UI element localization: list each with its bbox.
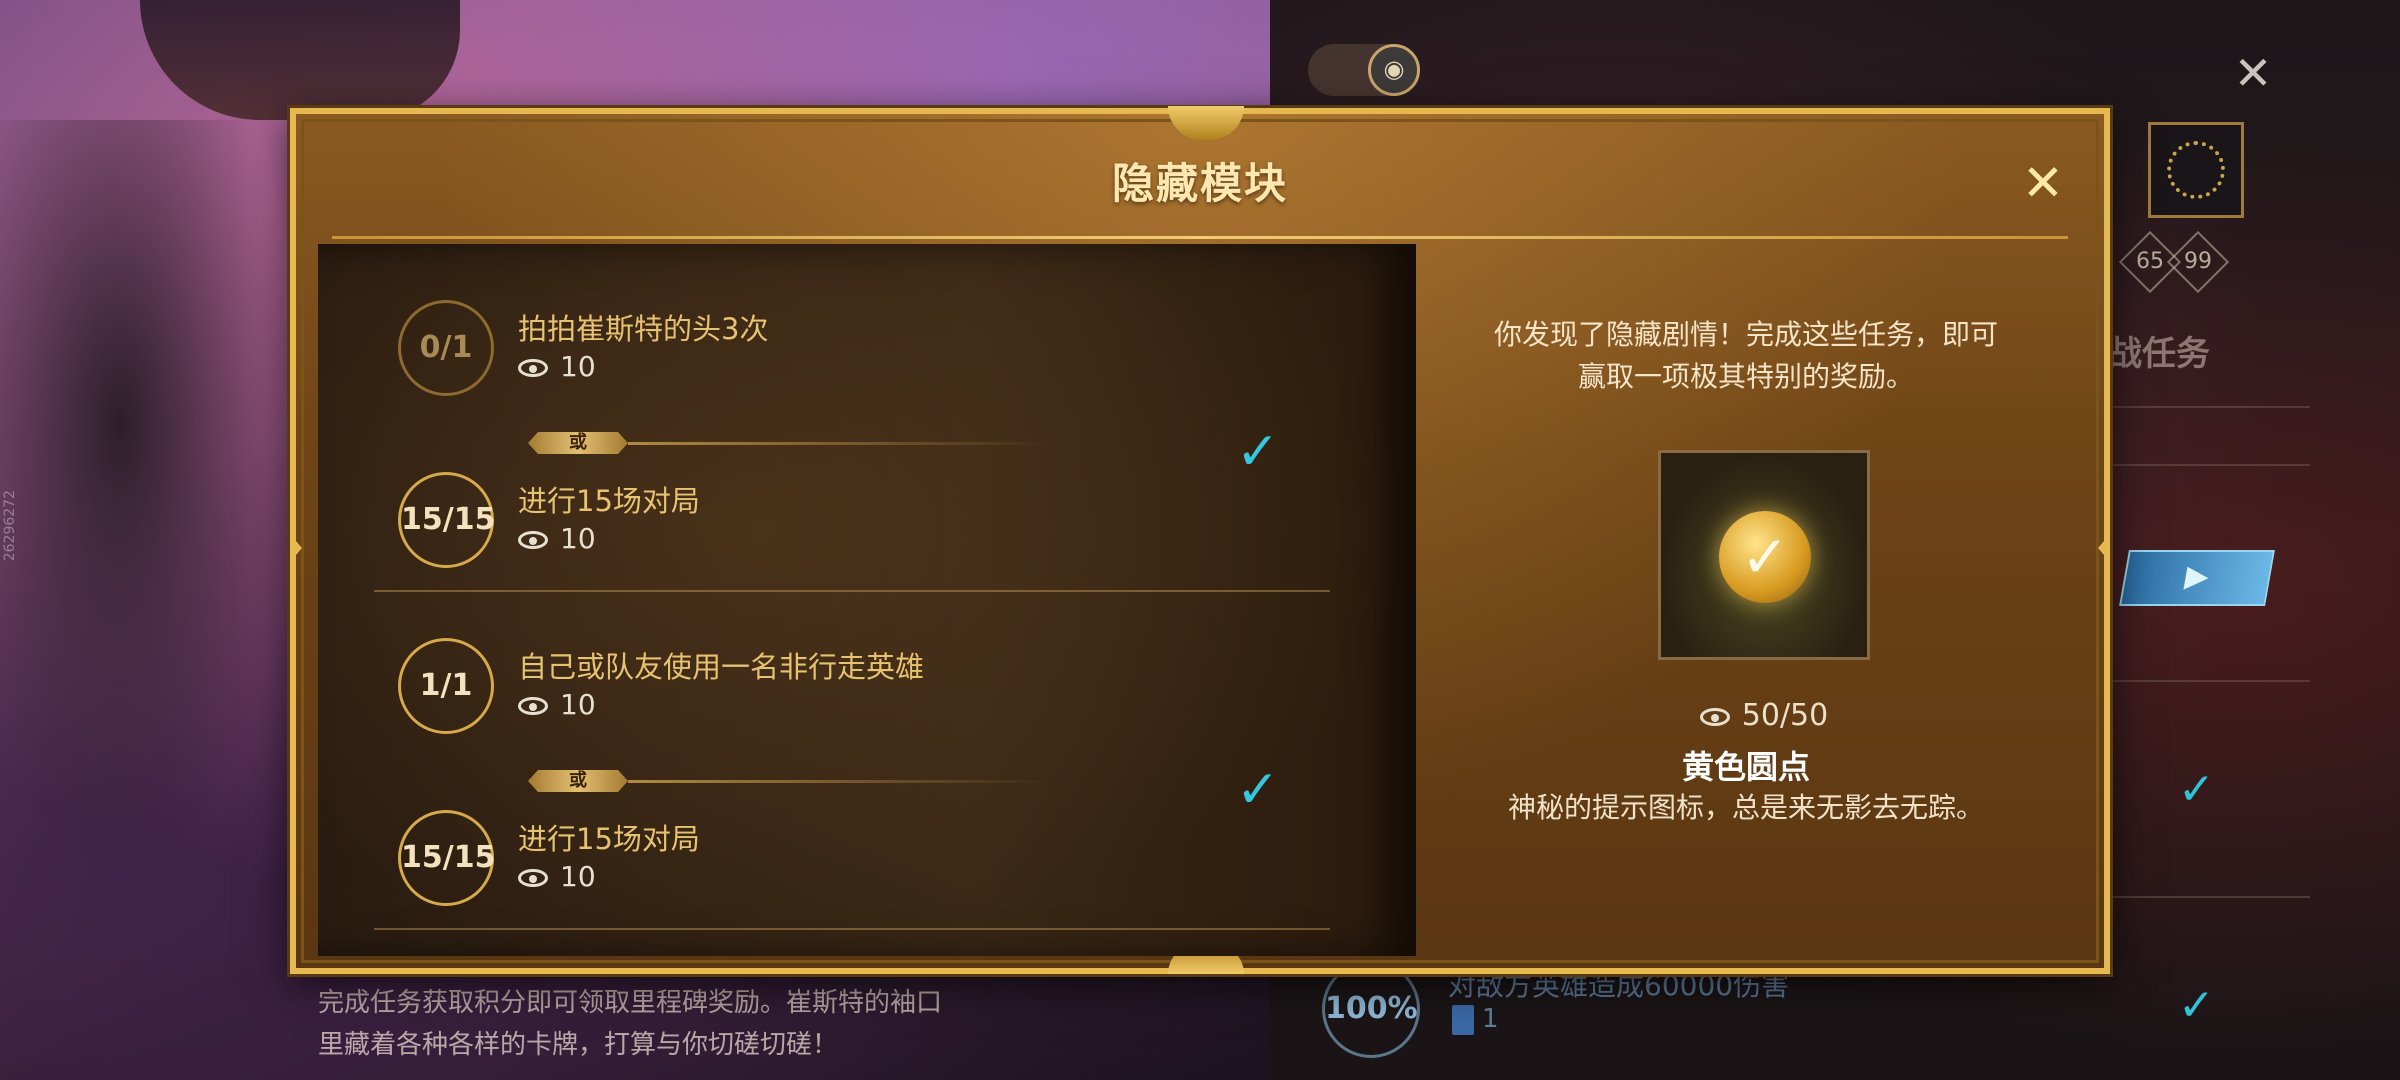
group-divider: [374, 928, 1330, 930]
task-name: 进行15场对局: [518, 822, 700, 856]
close-icon[interactable]: ✕: [2228, 48, 2278, 98]
watermark-id: 26296272: [2, 490, 18, 562]
reward-emblem[interactable]: [2148, 122, 2244, 218]
eye-icon: [518, 359, 548, 377]
reward-item-frame[interactable]: ✓: [1658, 450, 1870, 660]
dialog-crest-ornament: [1168, 106, 1244, 140]
dialog-title: 隐藏模块: [1111, 159, 1288, 208]
task-progress-badge: 0/1: [398, 300, 494, 396]
task-progress-badge: 15/15: [398, 810, 495, 906]
title-divider: [332, 236, 2068, 239]
ring-icon: [2167, 141, 2225, 199]
task-reward: 10: [518, 688, 596, 721]
or-separator-line: [628, 780, 1048, 783]
eye-icon: [518, 531, 548, 549]
task-reward-value: 10: [560, 860, 596, 893]
yellow-dot-icon: ✓: [1719, 511, 1811, 603]
event-description-line: 里藏着各种各样的卡牌，打算与你切磋切磋！: [318, 1030, 839, 1060]
reward-intro-text: 你发现了隐藏剧情！完成这些任务，即可 赢取一项极其特别的奖励。: [1476, 314, 2016, 398]
task-reward-value: 10: [560, 688, 596, 721]
event-description: 完成任务获取积分即可领取里程碑奖励。崔斯特的袖口 里藏着各种各样的卡牌，打算与你…: [318, 982, 1038, 1066]
or-separator-tag: 或: [528, 770, 628, 792]
task-reward-value: 10: [560, 522, 596, 555]
task-progress-badge: 100%: [1322, 960, 1420, 1058]
task-name: 自己或队友使用一名非行走英雄: [518, 650, 925, 684]
task-reward-value: 1: [1482, 1004, 1499, 1034]
reward-description: 神秘的提示图标，总是来无影去无踪。: [1507, 791, 1984, 824]
task-progress-badge: 15/15: [398, 472, 495, 568]
task-name: 拍拍崔斯特的头3次: [518, 312, 769, 346]
checkmark-icon: ✓: [2178, 764, 2215, 815]
eye-icon: [1699, 707, 1730, 726]
task-reward-value: 10: [560, 350, 596, 383]
task-row: 0/1 拍拍崔斯特的头3次 10: [318, 292, 1416, 402]
task-row: 1/1 自己或队友使用一名非行走英雄 10: [318, 630, 1416, 740]
task-list-panel: 0/1 拍拍崔斯特的头3次 10 或 ✓ 15/15 进行15场对局 10 1/…: [318, 244, 1416, 956]
checkmark-icon: ✓: [2178, 980, 2215, 1031]
reward-progress: 50/50: [1658, 698, 1870, 733]
dialog-side-ornament: [290, 534, 302, 562]
visibility-toggle[interactable]: ◉: [1308, 44, 1420, 96]
task-reward: 1: [1452, 1004, 1499, 1035]
reward-progress-value: 50/50: [1741, 698, 1829, 733]
divider: [2110, 896, 2310, 898]
dialog-side-ornament: [2098, 534, 2110, 562]
divider: [2110, 406, 2310, 408]
event-description-line: 完成任务获取积分即可领取里程碑奖励。崔斯特的袖口: [318, 988, 943, 1018]
divider: [2110, 680, 2310, 682]
eye-icon: [518, 697, 548, 715]
reward-name: 黄色圆点: [1681, 748, 1810, 786]
task-name: 进行15场对局: [518, 484, 700, 518]
reward-intro-line: 赢取一项极其特别的奖励。: [1577, 360, 1914, 393]
champion-figure-art: [0, 120, 300, 880]
task-reward: 10: [518, 860, 596, 893]
task-reward: 10: [518, 350, 596, 383]
divider: [2110, 464, 2310, 466]
group-divider: [374, 590, 1330, 592]
task-row: 15/15 进行15场对局 10: [318, 464, 1416, 574]
reward-intro-line: 你发现了隐藏剧情！完成这些任务，即可: [1493, 318, 1998, 351]
book-icon: [1452, 1004, 1474, 1035]
section-label: 战任务: [2108, 334, 2210, 374]
task-progress-badge: 1/1: [398, 638, 494, 734]
level-value: 65: [2136, 249, 2164, 274]
or-separator-tag: 或: [528, 432, 628, 454]
eye-icon: [518, 869, 548, 887]
ticket-icon[interactable]: ▶: [2119, 550, 2275, 606]
or-separator-line: [628, 442, 1048, 445]
hidden-module-dialog: 隐藏模块 ✕ 0/1 拍拍崔斯特的头3次 10 或 ✓ 15/15 进行15场对…: [290, 106, 2110, 974]
task-reward: 10: [518, 522, 596, 555]
level-value: 99: [2184, 249, 2212, 274]
task-row: 15/15 进行15场对局 10: [318, 802, 1416, 912]
close-icon[interactable]: ✕: [2018, 158, 2068, 208]
eye-icon: ◉: [1368, 44, 1420, 96]
